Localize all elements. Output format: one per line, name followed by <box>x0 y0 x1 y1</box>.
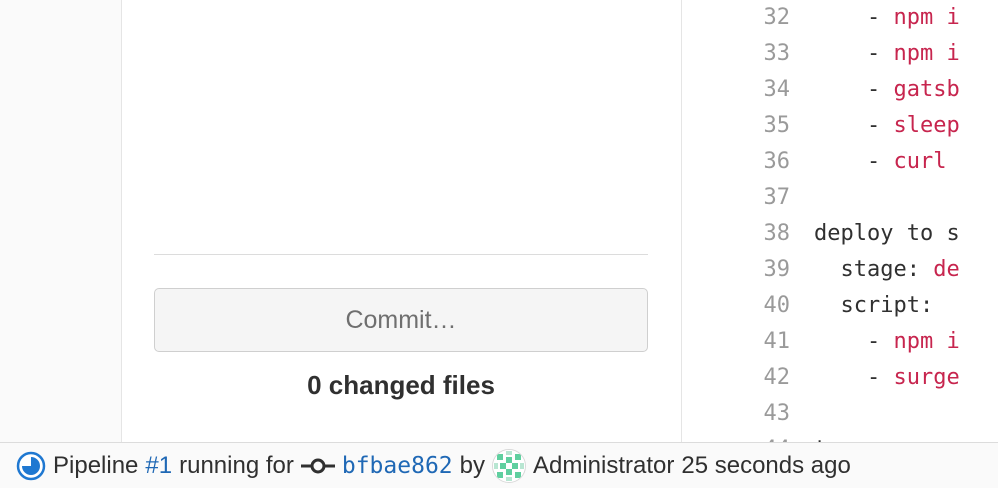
line-number: 37 <box>763 185 791 210</box>
line-number: 33 <box>763 41 791 66</box>
line-number: 43 <box>763 401 791 426</box>
code-token: surge <box>893 365 960 390</box>
code-line: 35 - sleep <box>682 108 998 144</box>
code-line: 33 - npm i <box>682 36 998 72</box>
code-editor[interactable]: 32 - npm i 33 - npm i 34 - gatsb 35 - sleep… <box>681 0 998 442</box>
code-token: npm i <box>893 5 960 30</box>
commit-button[interactable]: Commit… <box>154 288 648 352</box>
line-number: 36 <box>763 149 791 174</box>
time-ago: 25 seconds ago <box>681 451 851 479</box>
code-text: stage: de <box>814 252 960 288</box>
changed-files-count: 0 changed files <box>307 370 495 400</box>
code-line: 42 - surge <box>682 360 998 396</box>
line-number: 35 <box>763 113 791 138</box>
left-sidebar-gutter <box>0 0 122 442</box>
code-token: npm i <box>893 41 960 66</box>
line-number: 34 <box>763 77 791 102</box>
code-line: 41 - npm i <box>682 324 998 360</box>
code-token: stage: <box>840 257 934 282</box>
code-line: 40 script: <box>682 288 998 324</box>
code-text: script: <box>814 288 934 324</box>
pipeline-running-icon[interactable] <box>16 451 46 481</box>
ide-status-bar: Pipeline #1 running for bfbae862 by Admi… <box>0 442 998 488</box>
code-dash: - <box>866 329 894 354</box>
code-dash: - <box>866 77 894 102</box>
code-dash: - <box>866 113 894 138</box>
code-token: curl <box>893 149 960 174</box>
code-text: deploy to s <box>814 216 960 252</box>
code-dash: - <box>866 149 894 174</box>
running-for-text: running for <box>179 451 294 479</box>
code-text: - surge <box>814 360 960 396</box>
code-line: 36 - curl <box>682 144 998 180</box>
by-text: by <box>459 451 485 479</box>
code-dash: - <box>866 5 894 30</box>
author-avatar[interactable] <box>492 448 526 483</box>
code-line: 43 <box>682 396 998 432</box>
line-number: 39 <box>763 257 791 282</box>
code-text: - npm i <box>814 0 960 36</box>
code-text: - curl <box>814 144 960 180</box>
author-name[interactable]: Administrator <box>533 452 674 480</box>
code-line: 37 <box>682 180 998 216</box>
code-line: 38 deploy to s <box>682 216 998 252</box>
code-line: 39 stage: de <box>682 252 998 288</box>
line-number: 32 <box>763 5 791 30</box>
code-token: gatsb <box>893 77 960 102</box>
commit-icon <box>300 458 335 473</box>
line-number: 44 <box>682 432 791 442</box>
code-line: 32 - npm i <box>682 0 998 36</box>
code-token: deploy to s <box>814 221 960 246</box>
line-number: 42 <box>763 365 791 390</box>
panel-divider <box>154 254 648 255</box>
code-text: - gatsb <box>814 72 960 108</box>
code-dash: - <box>866 365 894 390</box>
code-dash: - <box>866 41 894 66</box>
line-number: 38 <box>763 221 791 246</box>
pipeline-label: Pipeline <box>53 451 139 479</box>
line-number: 40 <box>763 293 791 318</box>
code-text: - npm i <box>814 324 960 360</box>
code-token: script: <box>840 293 934 318</box>
code-line: 34 - gatsb <box>682 72 998 108</box>
commit-sha-link[interactable]: bfbae862 <box>342 453 453 479</box>
code-text: - npm i <box>814 36 960 72</box>
code-line: 44 te <box>682 432 998 442</box>
avatar-identicon <box>493 449 525 482</box>
line-number: 41 <box>763 329 791 354</box>
code-token: npm i <box>893 329 960 354</box>
code-text: - sleep <box>814 108 960 144</box>
pipeline-link[interactable]: #1 <box>145 452 172 480</box>
code-value: de <box>933 257 960 282</box>
code-token: sleep <box>893 113 960 138</box>
code-text: te <box>814 432 867 442</box>
